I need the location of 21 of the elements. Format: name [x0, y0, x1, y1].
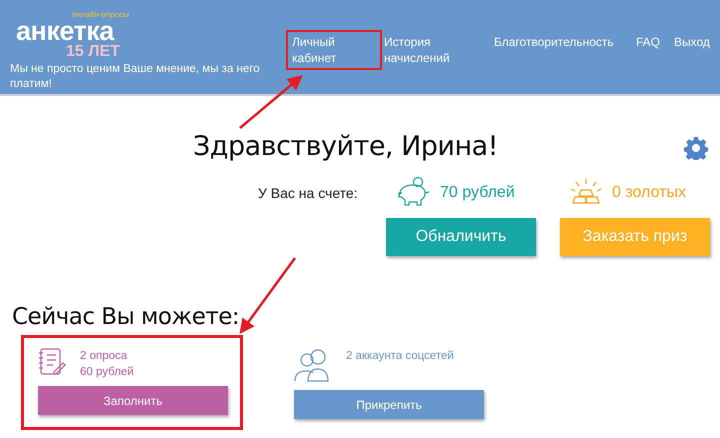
section-title: Сейчас Вы можете: — [12, 304, 240, 330]
annotation-arrow — [239, 75, 303, 129]
greeting: Здравствуйте, Ирина! — [193, 130, 498, 162]
notebook-icon — [38, 348, 66, 376]
nav-link[interactable]: Личный кабинет — [288, 32, 380, 68]
action-button[interactable]: Заполнить — [38, 386, 228, 415]
action-info: 2 опроса 60 рублей — [80, 349, 134, 380]
action-button[interactable]: Прикрепить — [294, 390, 484, 419]
nav-link[interactable]: История начислений — [380, 32, 490, 68]
balance-label: У Вас на счете: — [258, 185, 359, 201]
nav-link[interactable]: Выход — [670, 32, 720, 52]
rubles-balance: 70 рублей — [440, 184, 516, 202]
order-prize-button[interactable]: Заказать приз — [560, 218, 710, 256]
cash-out-button[interactable]: Обналичить — [386, 218, 536, 256]
slogan: Мы не просто ценим Ваше мнение, мы за него платим! — [10, 62, 261, 92]
nav-link[interactable]: FAQ — [632, 32, 670, 52]
action-info: 2 аккаунта соцсетей — [346, 349, 454, 364]
prize-points-balance: 0 золотых — [612, 184, 686, 202]
logo[interactable]: онлайн-опросы анкетка 15 ЛЕТ — [16, 8, 128, 60]
nav-link[interactable]: Благотворительность — [490, 32, 632, 52]
settings-icon[interactable] — [684, 136, 708, 160]
